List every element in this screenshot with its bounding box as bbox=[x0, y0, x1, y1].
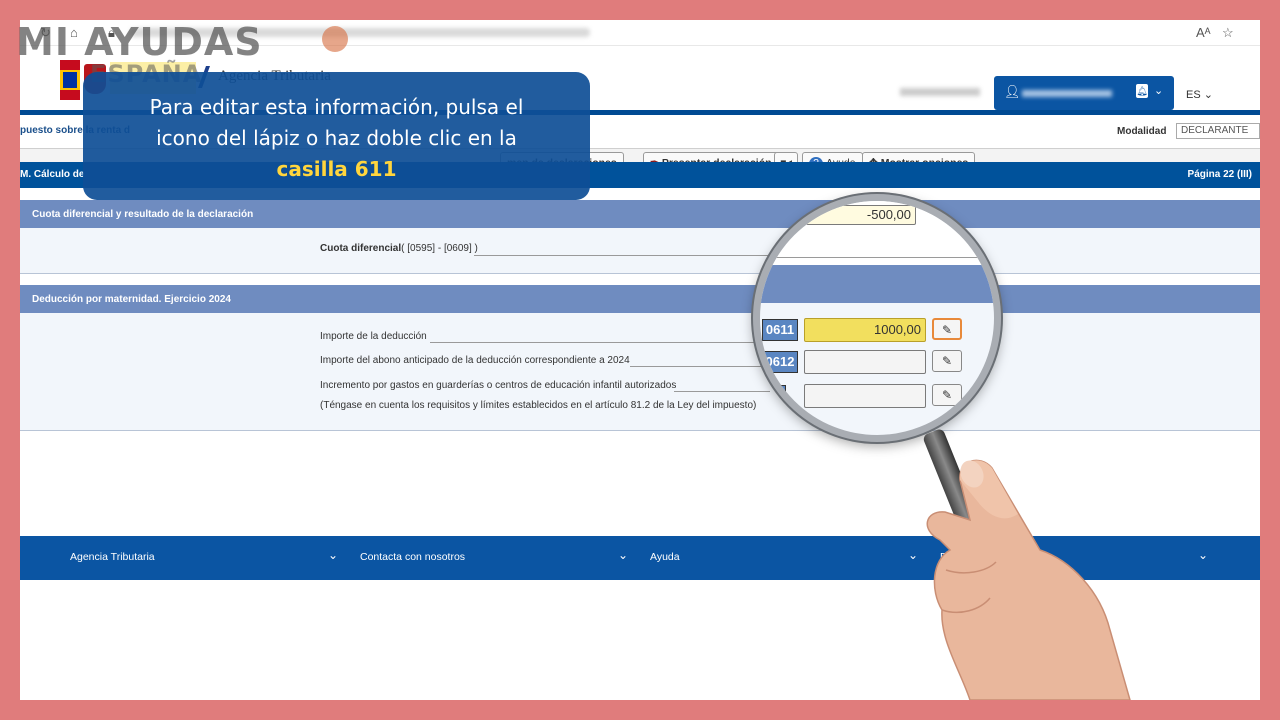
language-selector[interactable]: ES ⌄ bbox=[1186, 88, 1213, 101]
magnifier-lens: -500,00 0611 1000,00 ✎ 0612 ✎ 0613 ✎ bbox=[753, 194, 1001, 442]
row-label-0613: Incremento por gastos en guarderías o ce… bbox=[320, 380, 677, 391]
modalidad-select[interactable]: DECLARANTE bbox=[1176, 123, 1260, 139]
user-name-blurred bbox=[1022, 90, 1112, 97]
row-label-0611: Importe de la deducción bbox=[320, 331, 427, 342]
chevron-down-icon: ⌄ bbox=[1154, 85, 1164, 97]
cuota-label: Cuota diferencial( [0595] - [0609] ) bbox=[320, 243, 478, 254]
footer-item-agencia[interactable]: Agencia Tributaria bbox=[70, 551, 155, 563]
modalidad-label: Modalidad bbox=[1117, 126, 1167, 137]
cuota-panel: Cuota diferencial( [0595] - [0609] ) bbox=[20, 228, 1260, 274]
chevron-down-icon[interactable]: ⌄ bbox=[1198, 548, 1208, 562]
field-0612[interactable] bbox=[804, 350, 926, 374]
section-title: M. Cálculo de bbox=[20, 169, 85, 180]
user-certificate-button[interactable]: 👤︎ 🔔︎ ⌄ bbox=[994, 76, 1174, 110]
watermark-line1: MI AYUDAS bbox=[16, 20, 263, 64]
session-date bbox=[900, 88, 980, 96]
requirements-note: (Téngase en cuenta los requisitos y lími… bbox=[320, 400, 757, 411]
footer-item-ayuda[interactable]: Ayuda bbox=[650, 551, 680, 563]
field-0613[interactable] bbox=[804, 384, 926, 408]
field-cuota-diferencial[interactable]: -500,00 bbox=[806, 205, 916, 225]
row-label-0612: Importe del abono anticipado de la deduc… bbox=[320, 355, 630, 366]
chevron-down-icon[interactable]: ⌄ bbox=[618, 548, 628, 562]
banner-line-2: icono del lápiz o haz doble clic en la bbox=[156, 126, 517, 150]
watermark-badge-icon bbox=[322, 26, 348, 52]
read-aloud-icon[interactable]: Aᴬ bbox=[1196, 25, 1211, 41]
instruction-banner: Para editar esta información, pulsa el i… bbox=[83, 72, 590, 200]
deduccion-subsection-header: Deducción por maternidad. Ejercicio 2024 bbox=[20, 285, 1260, 313]
casilla-0611: 0611 bbox=[762, 319, 798, 341]
edit-pencil-0611[interactable]: ✎ bbox=[932, 318, 962, 340]
favorite-star-icon[interactable]: ☆ bbox=[1222, 25, 1234, 41]
language-code: ES bbox=[1186, 89, 1201, 101]
deduccion-panel: Importe de la deducción Importe del abon… bbox=[20, 313, 1260, 431]
user-icon: 👤︎ bbox=[1004, 84, 1021, 99]
page-indicator: Página 22 (III) bbox=[1187, 169, 1252, 180]
pencil-icon: ✎ bbox=[941, 323, 953, 337]
edit-pencil-0612[interactable]: ✎ bbox=[932, 350, 962, 372]
pencil-icon: ✎ bbox=[941, 388, 953, 402]
edit-pencil-0613[interactable]: ✎ bbox=[932, 384, 962, 406]
hand-illustration bbox=[926, 459, 1131, 700]
banner-highlight: casilla 611 bbox=[276, 157, 397, 181]
cuota-title: Cuota diferencial y resultado de la decl… bbox=[32, 209, 254, 220]
leader-line-0613 bbox=[674, 391, 770, 392]
field-0611[interactable]: 1000,00 bbox=[804, 318, 926, 342]
banner-line-1: Para editar esta información, pulsa el bbox=[149, 95, 524, 119]
footer-item-contacta[interactable]: Contacta con nosotros bbox=[360, 551, 465, 563]
cuota-label-formula: ( [0595] - [0609] ) bbox=[401, 243, 478, 254]
deduccion-title: Deducción por maternidad. Ejercicio 2024 bbox=[32, 294, 231, 305]
leader-line-0611 bbox=[430, 342, 770, 343]
cuota-subsection-header: Cuota diferencial y resultado de la decl… bbox=[20, 200, 1260, 228]
cuota-leader-line bbox=[474, 255, 774, 256]
notification-icon[interactable]: 🔔︎ bbox=[1136, 84, 1148, 98]
cuota-label-bold: Cuota diferencial bbox=[320, 243, 402, 254]
chevron-down-icon[interactable]: ⌄ bbox=[328, 548, 338, 562]
leader-line-0612 bbox=[630, 366, 770, 367]
casilla-0612: 0612 bbox=[762, 351, 798, 373]
pencil-icon: ✎ bbox=[941, 354, 953, 368]
